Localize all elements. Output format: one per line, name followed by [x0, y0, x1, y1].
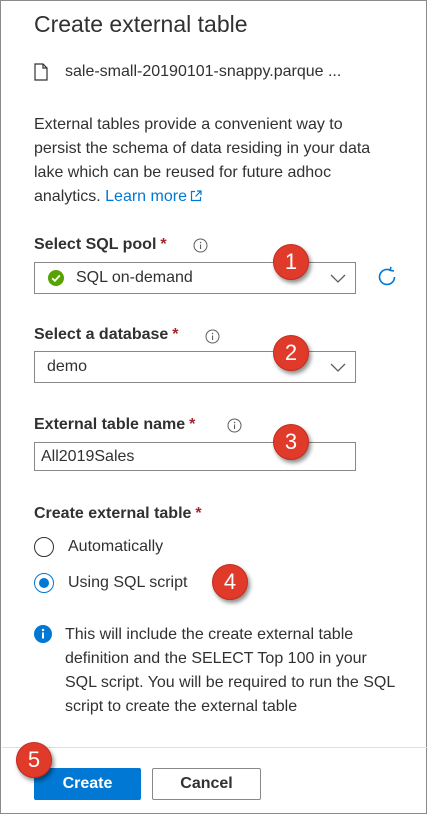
learn-more-link[interactable]: Learn more	[105, 188, 202, 205]
chevron-down-icon	[330, 363, 346, 372]
required-marker: *	[172, 326, 179, 343]
required-marker: *	[195, 505, 202, 522]
create-external-table-panel: Create external table sale-small-2019010…	[0, 0, 427, 814]
external-link-icon	[190, 190, 202, 202]
info-icon[interactable]	[193, 238, 208, 253]
check-circle-icon	[48, 270, 64, 286]
create-method-label-text: Create external table	[34, 505, 192, 522]
info-icon[interactable]	[205, 329, 220, 344]
radio-option-sql-script[interactable]: Using SQL script	[34, 573, 187, 593]
required-marker: *	[160, 236, 167, 253]
file-name: sale-small-20190101-snappy.parque ...	[65, 63, 342, 80]
learn-more-label: Learn more	[105, 188, 187, 205]
sql-pool-value: SQL on-demand	[76, 269, 193, 286]
table-name-label-text: External table name	[34, 416, 186, 433]
create-method-label: Create external table *	[34, 505, 202, 523]
table-name-label: External table name *	[34, 416, 195, 434]
radio-button-selected[interactable]	[34, 573, 54, 593]
create-button[interactable]: Create	[34, 768, 141, 800]
info-note-text: This will include the create external ta…	[65, 626, 395, 715]
database-label-text: Select a database	[34, 326, 169, 343]
description: External tables provide a convenient way…	[34, 113, 384, 209]
radio-label: Using SQL script	[68, 574, 188, 591]
callout-badge-4: 4	[212, 564, 248, 600]
radio-option-automatically[interactable]: Automatically	[34, 537, 163, 557]
required-marker: *	[189, 416, 196, 433]
database-label: Select a database *	[34, 326, 179, 344]
radio-label: Automatically	[68, 538, 164, 555]
file-icon	[34, 63, 48, 81]
info-filled-icon	[34, 625, 52, 643]
callout-badge-2: 2	[273, 335, 309, 371]
chevron-down-icon	[330, 274, 346, 283]
info-icon[interactable]	[227, 418, 242, 433]
database-value: demo	[47, 358, 88, 375]
callout-badge-5: 5	[16, 742, 52, 778]
sql-pool-label: Select SQL pool *	[34, 236, 167, 254]
callout-badge-3: 3	[273, 424, 309, 460]
description-text: External tables provide a convenient way…	[34, 116, 371, 205]
info-note: This will include the create external ta…	[34, 623, 404, 719]
refresh-icon[interactable]	[375, 265, 399, 289]
panel-title: Create external table	[34, 11, 248, 37]
callout-badge-1: 1	[273, 244, 309, 280]
sql-pool-label-text: Select SQL pool	[34, 236, 157, 253]
radio-button[interactable]	[34, 537, 54, 557]
file-row: sale-small-20190101-snappy.parque ...	[34, 59, 341, 85]
footer-divider	[2, 747, 427, 748]
cancel-button[interactable]: Cancel	[152, 768, 261, 800]
